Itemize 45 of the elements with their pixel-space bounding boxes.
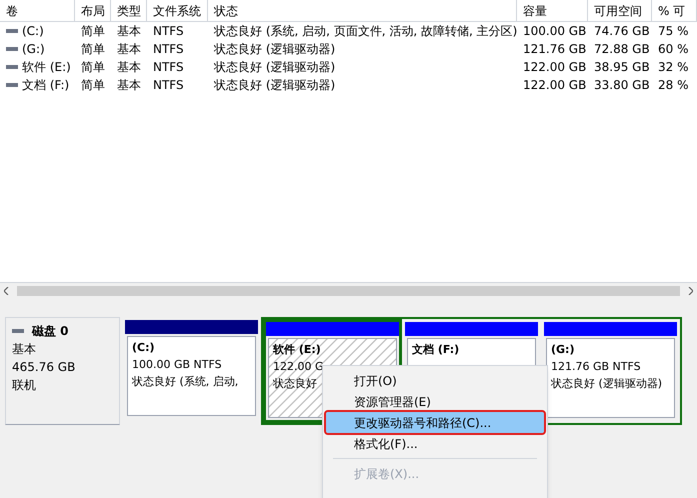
table-cell-text: 74.76 GB bbox=[594, 23, 650, 40]
partition-label: 文档 (F:) bbox=[412, 342, 460, 358]
partition-status: 状态良好 bbox=[273, 376, 317, 392]
table-cell-text: NTFS bbox=[153, 77, 184, 94]
partition-label: (G:) bbox=[551, 342, 574, 358]
table-cell-text: 32 % bbox=[658, 59, 688, 76]
table-cell-text: 文档 (F:) bbox=[22, 77, 70, 94]
table-cell-text: 38.95 GB bbox=[594, 59, 650, 76]
partition-status: 状态良好 (逻辑驱动器) bbox=[551, 376, 662, 392]
table-cell-text: NTFS bbox=[153, 23, 184, 40]
table-cell-text: 28 % bbox=[658, 77, 688, 94]
table-cell-text: 简单 bbox=[81, 23, 105, 40]
table-cell-text: 简单 bbox=[81, 77, 105, 94]
table-cell-text: (G:) bbox=[22, 41, 45, 58]
disk-status: 联机 bbox=[12, 377, 37, 394]
disk-name: 磁盘 0 bbox=[32, 323, 69, 340]
table-cell-text: 72.88 GB bbox=[594, 41, 650, 58]
table-cell-text: 75 % bbox=[658, 23, 688, 40]
table-cell-text: 33.80 GB bbox=[594, 77, 650, 94]
partition-size: 100.00 GB NTFS bbox=[132, 357, 222, 373]
table-cell-text: 基本 bbox=[117, 23, 141, 40]
table-cell-text: 122.00 GB bbox=[523, 59, 586, 76]
table-cell-text: 121.76 GB bbox=[523, 41, 586, 58]
table-cell-text: 简单 bbox=[81, 59, 105, 76]
disk-size: 465.76 GB bbox=[12, 359, 76, 376]
table-cell-text: 状态良好 (系统, 启动, 页面文件, 活动, 故障转储, 主分区) bbox=[214, 23, 517, 40]
table-cell-text: (C:) bbox=[22, 23, 44, 40]
table-cell-text: 基本 bbox=[117, 41, 141, 58]
table-cell-text: 软件 (E:) bbox=[22, 59, 71, 76]
disk-type: 基本 bbox=[12, 341, 37, 358]
table-cell-text: 状态良好 (逻辑驱动器) bbox=[214, 41, 336, 58]
table-cell-text: 状态良好 (逻辑驱动器) bbox=[214, 77, 336, 94]
table-cell-text: NTFS bbox=[153, 41, 184, 58]
partition-label: (C:) bbox=[132, 340, 155, 356]
table-cell-text: 100.00 GB bbox=[523, 23, 586, 40]
table-cell-text: 基本 bbox=[117, 59, 141, 76]
table-cell-text: 基本 bbox=[117, 77, 141, 94]
table-cell-text: 122.00 GB bbox=[523, 77, 586, 94]
table-cell-text: 简单 bbox=[81, 41, 105, 58]
partition-label: 软件 (E:) bbox=[273, 342, 321, 358]
partition-size: 121.76 GB NTFS bbox=[551, 359, 641, 375]
partition-status: 状态良好 (系统, 启动, bbox=[132, 374, 238, 390]
table-cell-text: 60 % bbox=[658, 41, 688, 58]
table-cell-text: NTFS bbox=[153, 59, 184, 76]
table-cell-text: 状态良好 (逻辑驱动器) bbox=[214, 59, 336, 76]
